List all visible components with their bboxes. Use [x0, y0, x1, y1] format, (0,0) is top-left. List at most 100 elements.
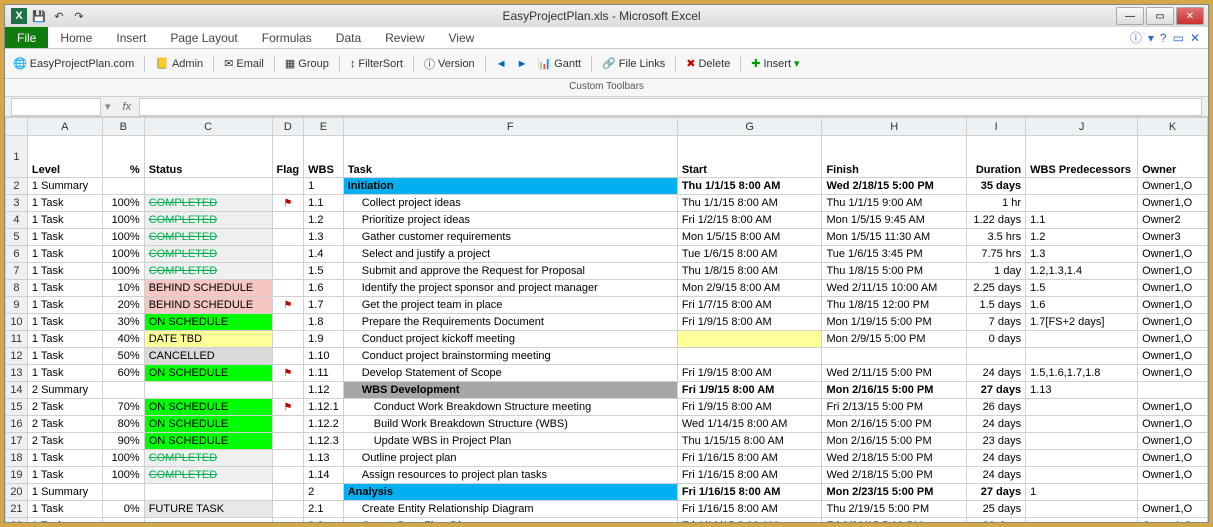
- duration-cell[interactable]: 35 days: [967, 178, 1026, 195]
- column-header-G[interactable]: G: [677, 118, 822, 136]
- level-cell[interactable]: 1 Summary: [27, 484, 102, 501]
- start-cell[interactable]: Fri 1/16/15 8:00 AM: [677, 518, 822, 523]
- flag-cell[interactable]: ⚑: [272, 399, 304, 416]
- status-cell[interactable]: ON SCHEDULE: [144, 399, 272, 416]
- owner-cell[interactable]: Owner2: [1138, 212, 1208, 229]
- pred-cell[interactable]: 1.2,1.3,1.4: [1026, 263, 1138, 280]
- start-cell[interactable]: Fri 1/16/15 8:00 AM: [677, 467, 822, 484]
- field-header-start[interactable]: Start: [677, 136, 822, 178]
- pred-cell[interactable]: [1026, 467, 1138, 484]
- column-header-J[interactable]: J: [1026, 118, 1138, 136]
- pred-cell[interactable]: 1: [1026, 484, 1138, 501]
- flag-cell[interactable]: [272, 416, 304, 433]
- pct-cell[interactable]: 40%: [102, 331, 144, 348]
- finish-cell[interactable]: Wed 2/18/15 5:00 PM: [822, 178, 967, 195]
- status-cell[interactable]: COMPLETED: [144, 467, 272, 484]
- finish-cell[interactable]: Mon 2/16/15 5:00 PM: [822, 433, 967, 450]
- pred-cell[interactable]: 1.7[FS+2 days]: [1026, 314, 1138, 331]
- level-cell[interactable]: 1 Task: [27, 467, 102, 484]
- start-cell[interactable]: Thu 1/15/15 8:00 AM: [677, 433, 822, 450]
- row-header-21[interactable]: 21: [6, 501, 28, 518]
- task-cell[interactable]: Update WBS in Project Plan: [343, 433, 677, 450]
- row-header-20[interactable]: 20: [6, 484, 28, 501]
- flag-cell[interactable]: [272, 382, 304, 399]
- pct-cell[interactable]: 50%: [102, 348, 144, 365]
- field-header-owner[interactable]: Owner: [1138, 136, 1208, 178]
- wbs-cell[interactable]: 1.5: [304, 263, 344, 280]
- status-cell[interactable]: COMPLETED: [144, 450, 272, 467]
- site-link[interactable]: 🌐 EasyProjectPlan.com: [13, 57, 134, 70]
- delete-button[interactable]: ✖ Delete: [686, 57, 730, 70]
- owner-cell[interactable]: Owner1,O: [1138, 501, 1208, 518]
- owner-cell[interactable]: Owner1,O: [1138, 399, 1208, 416]
- email-button[interactable]: ✉ Email: [224, 57, 264, 70]
- wbs-cell[interactable]: 1.6: [304, 280, 344, 297]
- status-cell[interactable]: COMPLETED: [144, 229, 272, 246]
- start-cell[interactable]: Fri 1/16/15 8:00 AM: [677, 450, 822, 467]
- level-cell[interactable]: 1 Summary: [27, 178, 102, 195]
- restore-window-icon[interactable]: ▭: [1173, 31, 1184, 45]
- tab-insert[interactable]: Insert: [104, 27, 158, 48]
- redo-icon[interactable]: ↷: [71, 8, 87, 24]
- level-cell[interactable]: 2 Task: [27, 416, 102, 433]
- save-icon[interactable]: 💾: [31, 8, 47, 24]
- pct-cell[interactable]: 100%: [102, 467, 144, 484]
- owner-cell[interactable]: Owner3: [1138, 229, 1208, 246]
- start-cell[interactable]: Mon 1/5/15 8:00 AM: [677, 229, 822, 246]
- duration-cell[interactable]: 1.22 days: [967, 212, 1026, 229]
- level-cell[interactable]: 2 Task: [27, 433, 102, 450]
- row-header-8[interactable]: 8: [6, 280, 28, 297]
- task-cell[interactable]: Create Data Flow Diagram: [343, 518, 677, 523]
- status-cell[interactable]: [144, 518, 272, 523]
- task-cell[interactable]: Analysis: [343, 484, 677, 501]
- finish-cell[interactable]: Wed 2/18/15 5:00 PM: [822, 450, 967, 467]
- pred-cell[interactable]: [1026, 501, 1138, 518]
- duration-cell[interactable]: 1 hr: [967, 195, 1026, 212]
- help-icon[interactable]: ⓘ: [1130, 29, 1142, 46]
- task-cell[interactable]: Collect project ideas: [343, 195, 677, 212]
- finish-cell[interactable]: Mon 1/5/15 9:45 AM: [822, 212, 967, 229]
- start-cell[interactable]: Thu 1/8/15 8:00 AM: [677, 263, 822, 280]
- pct-cell[interactable]: 60%: [102, 365, 144, 382]
- pred-cell[interactable]: [1026, 331, 1138, 348]
- field-header-status[interactable]: Status: [144, 136, 272, 178]
- duration-cell[interactable]: 24 days: [967, 467, 1026, 484]
- task-cell[interactable]: Prioritize project ideas: [343, 212, 677, 229]
- pred-cell[interactable]: [1026, 195, 1138, 212]
- field-header-wbs-predecessors[interactable]: WBS Predecessors: [1026, 136, 1138, 178]
- start-cell[interactable]: Fri 1/16/15 8:00 AM: [677, 501, 822, 518]
- pct-cell[interactable]: 10%: [102, 280, 144, 297]
- owner-cell[interactable]: Owner1,O: [1138, 246, 1208, 263]
- level-cell[interactable]: 1 Task: [27, 263, 102, 280]
- duration-cell[interactable]: 23 days: [967, 433, 1026, 450]
- select-all-corner[interactable]: [6, 118, 28, 136]
- finish-cell[interactable]: Mon 2/16/15 5:00 PM: [822, 382, 967, 399]
- row-header-2[interactable]: 2: [6, 178, 28, 195]
- duration-cell[interactable]: 2.25 days: [967, 280, 1026, 297]
- status-cell[interactable]: BEHIND SCHEDULE: [144, 297, 272, 314]
- finish-cell[interactable]: Wed 2/18/15 5:00 PM: [822, 467, 967, 484]
- task-cell[interactable]: Select and justify a project: [343, 246, 677, 263]
- row-header-7[interactable]: 7: [6, 263, 28, 280]
- status-cell[interactable]: [144, 484, 272, 501]
- owner-cell[interactable]: Owner1,O: [1138, 178, 1208, 195]
- wbs-cell[interactable]: 1.4: [304, 246, 344, 263]
- duration-cell[interactable]: 7.75 hrs: [967, 246, 1026, 263]
- wbs-cell[interactable]: 1.7: [304, 297, 344, 314]
- flag-cell[interactable]: [272, 501, 304, 518]
- finish-cell[interactable]: Tue 1/6/15 3:45 PM: [822, 246, 967, 263]
- task-cell[interactable]: Build Work Breakdown Structure (WBS): [343, 416, 677, 433]
- pct-cell[interactable]: [102, 178, 144, 195]
- task-cell[interactable]: Conduct project kickoff meeting: [343, 331, 677, 348]
- field-header-flag[interactable]: Flag: [272, 136, 304, 178]
- start-cell[interactable]: Fri 1/9/15 8:00 AM: [677, 314, 822, 331]
- pred-cell[interactable]: [1026, 433, 1138, 450]
- field-header-wbs[interactable]: WBS: [304, 136, 344, 178]
- pred-cell[interactable]: [1026, 450, 1138, 467]
- pred-cell[interactable]: 1.5: [1026, 280, 1138, 297]
- owner-cell[interactable]: Owner1,O: [1138, 314, 1208, 331]
- maximize-button[interactable]: ▭: [1146, 7, 1174, 25]
- pct-cell[interactable]: 100%: [102, 450, 144, 467]
- insert-button[interactable]: ✚ Insert ▾: [751, 57, 799, 70]
- owner-cell[interactable]: Owner1,O: [1138, 195, 1208, 212]
